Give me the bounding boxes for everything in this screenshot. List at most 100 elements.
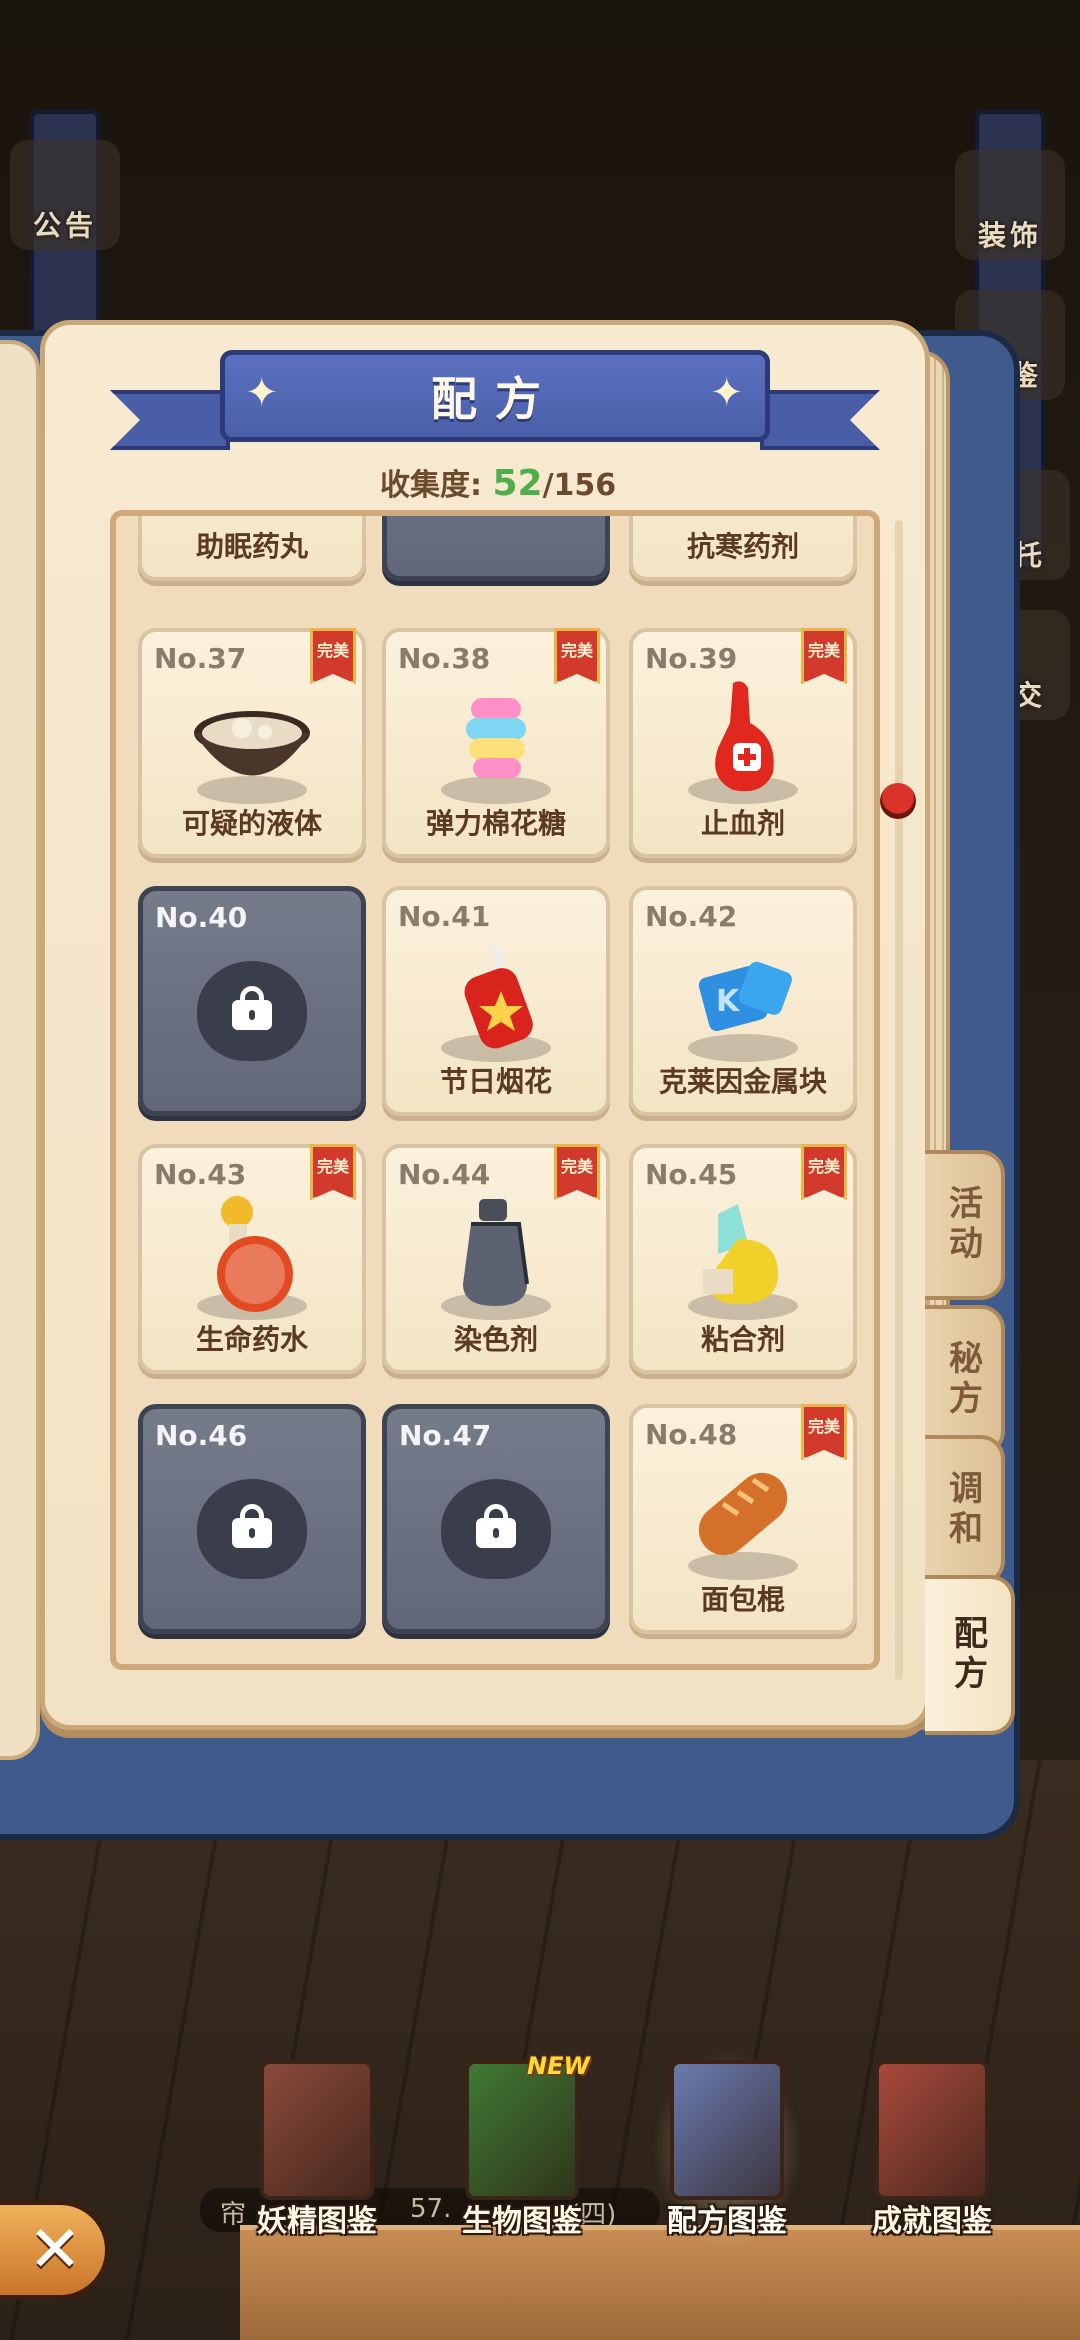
- nav-creature-codex[interactable]: NEW 生物图鉴: [437, 2052, 607, 2240]
- recipe-name: 节日烟花: [439, 1065, 552, 1098]
- recipe-number: No.46: [155, 1419, 248, 1452]
- recipe-name: 助眠药丸: [195, 530, 308, 563]
- recipe-card[interactable]: No.37 可疑的液体 完美: [138, 628, 366, 858]
- glue-icon: [703, 1204, 778, 1304]
- recipe-name: 止血剂: [700, 807, 785, 840]
- nav-achievement-codex[interactable]: 成就图鉴: [847, 2060, 1017, 2240]
- marshmallow-icon: [466, 698, 526, 778]
- tab-activity-label: 活动: [942, 1185, 983, 1265]
- nav-fairy-label: 妖精图鉴: [257, 2204, 377, 2239]
- recipe-card[interactable]: No.42 K 克莱因金属块: [629, 886, 857, 1116]
- tab-activity[interactable]: 活动: [925, 1150, 1005, 1300]
- recipe-grid[interactable]: 助眠药丸 抗寒药剂 No.37 可疑的液体 完美 No.38 弹力棉花糖 完美 No.39 止…: [110, 510, 880, 1670]
- decorate-label: 装饰: [977, 219, 1042, 252]
- recipe-number: No.38: [398, 642, 491, 675]
- recipe-card-locked[interactable]: No.46: [138, 1404, 366, 1634]
- recipe-book-icon: [670, 2060, 784, 2200]
- title-ribbon: 配方 ✦ ✦: [110, 350, 880, 450]
- recipe-card[interactable]: 抗寒药剂: [629, 516, 857, 581]
- recipe-name: 面包棍: [700, 1583, 785, 1616]
- notice-button[interactable]: 公告: [10, 140, 120, 250]
- recipe-card[interactable]: No.44 染色剂 完美: [382, 1144, 610, 1374]
- recipe-card[interactable]: No.39 止血剂 完美: [629, 628, 857, 858]
- recipe-card[interactable]: No.48 面包棍 完美: [629, 1404, 857, 1634]
- collection-current: 52: [492, 463, 543, 504]
- recipe-number: No.41: [398, 900, 491, 933]
- recipe-number: No.39: [645, 642, 738, 675]
- nav-creature-label: 生物图鉴: [462, 2204, 582, 2239]
- lock-icon: [232, 986, 272, 1030]
- recipe-grid-inner: 助眠药丸 抗寒药剂 No.37 可疑的液体 完美 No.38 弹力棉花糖 完美 No.39 止…: [124, 516, 870, 1664]
- svg-text:K: K: [716, 984, 741, 1019]
- recipe-name: 可疑的液体: [181, 807, 322, 840]
- nav-achievement-label: 成就图鉴: [872, 2204, 992, 2239]
- book-left-page: [0, 340, 40, 1760]
- metal-block-icon: K: [698, 961, 792, 1032]
- perfect-badge: 完美: [801, 628, 847, 684]
- ribbon-tail-right: [760, 390, 880, 450]
- perfect-badge: 完美: [554, 1144, 600, 1200]
- recipe-card-locked[interactable]: No.47: [382, 1404, 610, 1634]
- perfect-badge: 完美: [310, 628, 356, 684]
- ribbon-tail-left: [110, 390, 230, 450]
- recipe-name: 粘合剂: [700, 1323, 785, 1356]
- life-potion-icon: [217, 1196, 293, 1312]
- recipe-number: No.44: [398, 1158, 491, 1191]
- tab-recipe-label: 配方: [947, 1615, 988, 1695]
- page-title: 配方: [431, 372, 559, 426]
- perfect-badge: 完美: [801, 1144, 847, 1200]
- recipe-number: No.47: [399, 1419, 492, 1452]
- recipe-name: 克莱因金属块: [658, 1065, 827, 1098]
- ribbon-banner: 配方: [220, 350, 770, 442]
- grid-scrollbar[interactable]: [895, 520, 903, 1680]
- tab-secret-recipe[interactable]: 秘方: [925, 1305, 1005, 1455]
- bread-icon: [698, 1472, 788, 1556]
- lock-icon: [232, 1504, 272, 1548]
- decorate-button[interactable]: 装饰: [955, 150, 1065, 260]
- nav-fairy-codex[interactable]: 妖精图鉴: [232, 2060, 402, 2240]
- red-potion-icon: [715, 681, 774, 792]
- fairy-book-icon: [260, 2060, 374, 2200]
- sparkle-icon: ✦: [710, 370, 744, 416]
- recipe-card[interactable]: No.43 生命药水 完美: [138, 1144, 366, 1374]
- recipe-number: No.37: [154, 642, 247, 675]
- new-badge: NEW: [527, 2052, 590, 2080]
- firework-icon: [464, 943, 533, 1049]
- recipe-number: No.43: [154, 1158, 247, 1191]
- tab-recipe[interactable]: 配方: [925, 1575, 1015, 1735]
- tab-blend[interactable]: 调和: [925, 1435, 1005, 1585]
- collection-label: 收集度:: [380, 468, 482, 503]
- collection-total: /156: [542, 468, 617, 503]
- recipe-name: 抗寒药剂: [686, 530, 799, 563]
- recipe-card-locked[interactable]: [382, 516, 610, 581]
- recipe-number: No.40: [155, 901, 248, 934]
- close-icon: ✕: [28, 2213, 82, 2287]
- nav-recipe-codex[interactable]: 配方图鉴: [642, 2050, 812, 2250]
- nav-recipe-label: 配方图鉴: [667, 2204, 787, 2239]
- perfect-badge: 完美: [310, 1144, 356, 1200]
- recipe-card[interactable]: No.45 粘合剂 完美: [629, 1144, 857, 1374]
- recipe-card[interactable]: 助眠药丸: [138, 516, 366, 581]
- creature-book-icon: [465, 2060, 579, 2200]
- lock-icon: [476, 1504, 516, 1548]
- dye-bottle-icon: [463, 1199, 529, 1306]
- recipe-name: 生命药水: [195, 1323, 308, 1356]
- achievement-book-icon: [875, 2060, 989, 2200]
- recipe-card[interactable]: No.41 节日烟花: [382, 886, 610, 1116]
- notice-label: 公告: [32, 209, 97, 242]
- recipe-name: 染色剂: [453, 1323, 538, 1356]
- sparkle-icon: ✦: [245, 370, 279, 416]
- recipe-name: 弹力棉花糖: [425, 807, 566, 840]
- tab-blend-label: 调和: [942, 1470, 983, 1550]
- ladybug-icon: [880, 783, 916, 819]
- recipe-card[interactable]: No.38 弹力棉花糖 完美: [382, 628, 610, 858]
- recipe-number: No.42: [645, 900, 738, 933]
- perfect-badge: 完美: [554, 628, 600, 684]
- bowl-liquid-icon: [194, 711, 310, 776]
- collection-progress: 收集度: 52/156: [380, 460, 616, 504]
- recipe-number: No.45: [645, 1158, 738, 1191]
- recipe-card-locked[interactable]: No.40: [138, 886, 366, 1116]
- close-button[interactable]: ✕: [0, 2200, 110, 2300]
- recipe-number: No.48: [645, 1418, 738, 1451]
- tab-secret-recipe-label: 秘方: [942, 1340, 983, 1420]
